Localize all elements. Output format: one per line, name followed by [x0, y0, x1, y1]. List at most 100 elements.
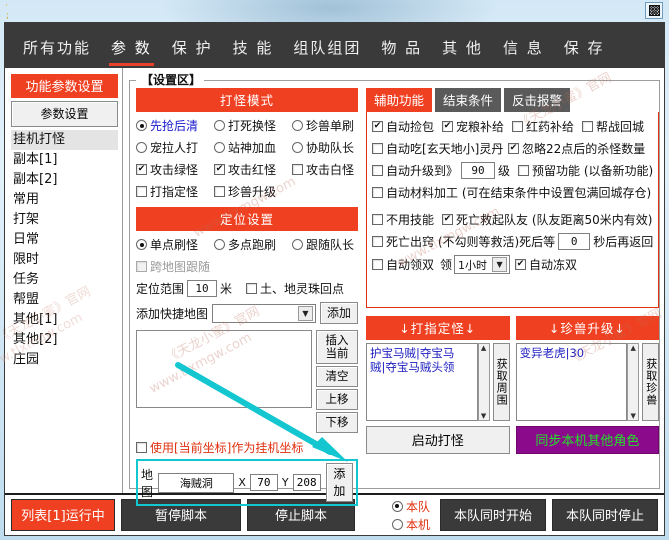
checkbox-auto-pickup[interactable]: 自动捡包	[372, 118, 442, 135]
checkbox-ignore-kills-after-22[interactable]: 忽略22点后的杀怪数量	[508, 140, 645, 157]
checkbox-use-current-coord[interactable]: 使用[当前坐标]作为挂机坐标	[136, 439, 303, 456]
checkbox-icon[interactable]	[508, 143, 519, 154]
sidebar-item-manor[interactable]: 庄园	[11, 350, 118, 370]
checkbox-icon[interactable]	[136, 261, 147, 272]
checkbox-auto-claim-double[interactable]: 自动领双	[372, 256, 434, 273]
sidebar-item-fight[interactable]: 打架	[11, 210, 118, 230]
checkbox-red-potion-supply[interactable]: 红药补给	[512, 118, 582, 135]
radio-icon[interactable]	[136, 120, 147, 131]
checkbox-icon[interactable]	[582, 121, 593, 132]
checkbox-pet-food-supply[interactable]: 宠粮补给	[442, 118, 512, 135]
checkbox-reserved-function[interactable]: 预留功能 (以备新功能)	[518, 162, 653, 179]
checkbox-icon[interactable]	[518, 165, 530, 176]
checkbox-earth-bead-return[interactable]: 土、地灵珠回点	[246, 280, 344, 297]
insert-current-button[interactable]: 插入 当前	[316, 330, 358, 364]
target-level-input[interactable]: 90	[461, 162, 496, 179]
checkbox-icon[interactable]	[214, 186, 225, 197]
map-add-button[interactable]: 添加	[325, 463, 353, 502]
checkbox-icon[interactable]	[372, 121, 383, 132]
checkbox-icon[interactable]	[372, 259, 383, 270]
checkbox-icon[interactable]	[512, 121, 523, 132]
radio-icon[interactable]	[292, 120, 303, 131]
sidebar-item-other-1[interactable]: 其他[1]	[11, 310, 118, 330]
radio-single-point[interactable]: 单点刷怪	[136, 236, 214, 253]
close-button[interactable]	[645, 2, 663, 19]
nav-tab-all[interactable]: 所有功能	[13, 37, 101, 68]
checkbox-icon[interactable]	[515, 259, 527, 270]
radio-icon[interactable]	[136, 239, 147, 250]
radio-grab-then-clear[interactable]: 先抢后清	[136, 117, 214, 134]
checkbox-icon[interactable]	[136, 164, 147, 175]
scroll-down-icon[interactable]: ▼	[631, 412, 636, 420]
checkbox-icon[interactable]	[136, 442, 147, 453]
sidebar-item-timed[interactable]: 限时	[11, 250, 118, 270]
checkbox-icon[interactable]	[372, 214, 383, 225]
sidebar-item-quest[interactable]: 任务	[11, 270, 118, 290]
sidebar-item-common[interactable]: 常用	[11, 190, 118, 210]
checkbox-attack-white[interactable]: 攻击白怪	[292, 161, 354, 178]
nav-tab-skill[interactable]: 技 能	[223, 37, 284, 68]
checkbox-auto-eat-pill[interactable]: 自动吃[玄天地小]灵丹	[372, 140, 508, 157]
nav-tab-save[interactable]: 保 存	[554, 37, 615, 68]
checkbox-icon[interactable]	[442, 214, 453, 225]
radio-icon[interactable]	[391, 518, 403, 530]
get-pet-button[interactable]: 获取珍兽	[642, 343, 660, 421]
nav-tab-protect[interactable]: 保 护	[162, 37, 223, 68]
radio-icon[interactable]	[292, 142, 303, 153]
checkbox-attack-red[interactable]: 攻击红怪	[214, 161, 292, 178]
team-start-all-button[interactable]: 本队同时开始	[440, 499, 546, 531]
checkbox-auto-freeze-double[interactable]: 自动冻双	[515, 256, 577, 273]
scroll-up-icon[interactable]: ▲	[481, 344, 486, 352]
clear-list-button[interactable]: 清空	[316, 366, 358, 387]
map-name-input[interactable]: 海贼洞	[158, 472, 235, 493]
checkbox-icon[interactable]	[292, 164, 303, 175]
checkbox-icon[interactable]	[372, 143, 383, 154]
start-grind-button[interactable]: 启动打怪	[366, 426, 510, 454]
radio-icon[interactable]	[391, 500, 403, 512]
radio-follow-leader[interactable]: 跟随队长	[292, 236, 354, 253]
sidebar-item-afk-grind[interactable]: 挂机打怪	[11, 130, 118, 150]
tab-counter-alarm[interactable]: 反击报警	[504, 88, 571, 112]
team-stop-all-button[interactable]: 本队同时停止	[552, 499, 658, 531]
radio-icon[interactable]	[214, 239, 225, 250]
checkbox-icon[interactable]	[372, 187, 383, 198]
radio-stand-heal[interactable]: 站神加血	[214, 139, 292, 156]
checkbox-icon[interactable]	[442, 121, 453, 132]
radio-multi-point[interactable]: 多点跑刷	[214, 236, 292, 253]
move-down-button[interactable]: 下移	[316, 412, 358, 433]
radio-swap-on-kill[interactable]: 打死换怪	[214, 117, 292, 134]
respawn-delay-input[interactable]: 0	[558, 233, 591, 250]
sidebar-item-guild[interactable]: 帮盟	[11, 290, 118, 310]
checkbox-pet-upgrade[interactable]: 珍兽升级	[214, 183, 276, 200]
pet-upgrade-scrollbar[interactable]: ▲ ▼	[627, 343, 640, 421]
script-state-button[interactable]: 列表[1]运行中	[11, 499, 115, 531]
radio-pet-solo[interactable]: 珍兽单刷	[292, 117, 354, 134]
checkbox-guild-war-return[interactable]: 帮战回城	[582, 118, 644, 135]
radio-scope-local[interactable]: 本机	[391, 516, 430, 533]
y-input[interactable]: 208	[292, 474, 321, 491]
target-monster-scrollbar[interactable]: ▲ ▼	[477, 343, 490, 421]
tab-end-conditions[interactable]: 结束条件	[435, 88, 502, 112]
checkbox-icon[interactable]	[372, 236, 383, 247]
pet-upgrade-listbox[interactable]: 变异老虎|30	[515, 343, 628, 421]
scroll-down-icon[interactable]: ▼	[481, 412, 486, 420]
checkbox-cross-map-follow[interactable]: 跨地图跟随	[136, 258, 210, 275]
sync-other-characters-button[interactable]: 同步本机其他角色	[515, 426, 660, 454]
quickmap-add-button[interactable]: 添加	[319, 302, 358, 324]
sidebar-item-dungeon-1[interactable]: 副本[1]	[11, 150, 118, 170]
radio-icon[interactable]	[136, 142, 147, 153]
scroll-up-icon[interactable]: ▲	[631, 344, 636, 352]
nav-tab-other[interactable]: 其 他	[432, 37, 493, 68]
nav-tab-items[interactable]: 物 品	[371, 37, 432, 68]
radio-assist-leader[interactable]: 协助队长	[292, 139, 354, 156]
tab-aux-functions[interactable]: 辅助功能	[366, 88, 433, 112]
radio-scope-team[interactable]: 本队	[391, 498, 430, 515]
move-up-button[interactable]: 上移	[316, 389, 358, 410]
quickmap-select[interactable]: ▼	[212, 303, 316, 323]
target-monster-listbox[interactable]: 护宝马贼|夺宝马 贼|夺宝马贼头领	[366, 343, 478, 421]
x-input[interactable]: 70	[249, 474, 278, 491]
radio-icon[interactable]	[292, 239, 303, 250]
sidebar-item-other-2[interactable]: 其他[2]	[11, 330, 118, 350]
radio-icon[interactable]	[214, 120, 225, 131]
checkbox-revive-teammate[interactable]: 死亡救起队友 (队友距离50米内有效)	[442, 211, 652, 228]
